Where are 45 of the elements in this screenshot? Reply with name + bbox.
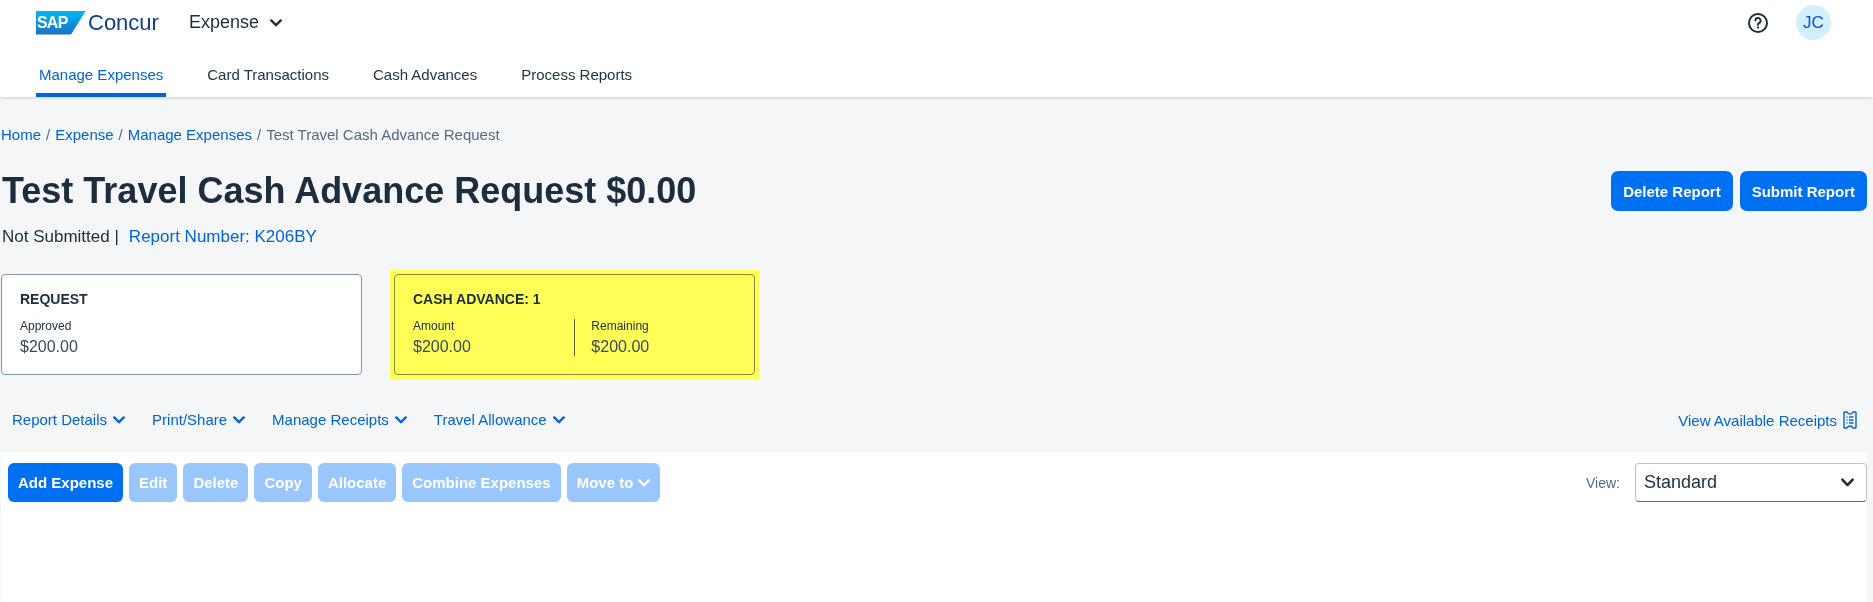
chevron-down-icon [1841,478,1854,487]
breadcrumb-separator: / [46,126,51,144]
report-title: Test Travel Cash Advance Request $0.00 [2,171,697,211]
action-button[interactable]: Submit Report [1739,171,1867,211]
brand-name: Concur [88,9,159,36]
card-title: REQUEST [20,291,89,307]
chevron-down-icon [552,416,565,424]
field-value: $200.00 [413,338,472,356]
user-avatar[interactable]: JC [1796,5,1831,40]
nav-tab[interactable]: Card Transactions [204,45,332,97]
dropdown-link[interactable]: Report Details [12,410,126,430]
nav-tab[interactable]: Manage Expenses [36,45,167,97]
card-title: CASH ADVANCE: 1 [413,291,542,307]
help-icon[interactable] [1748,12,1768,33]
report-status: Not Submitted | [2,227,119,247]
view-label: View: [1586,474,1620,491]
nav-tab[interactable]: Process Reports [518,45,636,97]
product-menu[interactable]: Expense [188,12,282,33]
logo-badge: SAP [36,10,86,35]
field-label: Approved [20,319,73,334]
dropdown-link[interactable]: Print/Share [152,410,246,430]
dropdown-link[interactable]: Travel Allowance [433,410,565,430]
receipts-link[interactable]: View Available Receipts [1678,411,1857,429]
breadcrumb-link[interactable]: Expense [55,126,114,144]
action-button[interactable]: Delete Report [1611,171,1733,211]
nav-tab[interactable]: Cash Advances [370,45,481,97]
chevron-down-icon [113,416,126,424]
receipt-icon [1843,411,1857,429]
chevron-down-icon [394,416,407,424]
field-label: Remaining [591,319,650,334]
breadcrumb-link[interactable]: Manage Expenses [127,126,252,144]
chevron-down-icon [270,18,282,27]
chevron-down-icon [638,478,651,487]
field-value: $200.00 [20,338,79,356]
breadcrumb-link[interactable]: Home [1,126,41,144]
breadcrumb-separator: / [257,126,262,144]
breadcrumb-current: Test Travel Cash Advance Request [266,126,500,144]
field-value: $200.00 [591,338,651,356]
dropdown-link[interactable]: Manage Receipts [272,410,407,430]
field-label: Amount [413,319,456,334]
breadcrumb-separator: / [118,126,123,144]
toolbar-button[interactable]: Add Expense [8,463,124,502]
chevron-down-icon [233,416,246,424]
view-select[interactable]: Standard [1635,463,1867,502]
report-number-link[interactable]: Report Number: K206BY [128,227,317,247]
